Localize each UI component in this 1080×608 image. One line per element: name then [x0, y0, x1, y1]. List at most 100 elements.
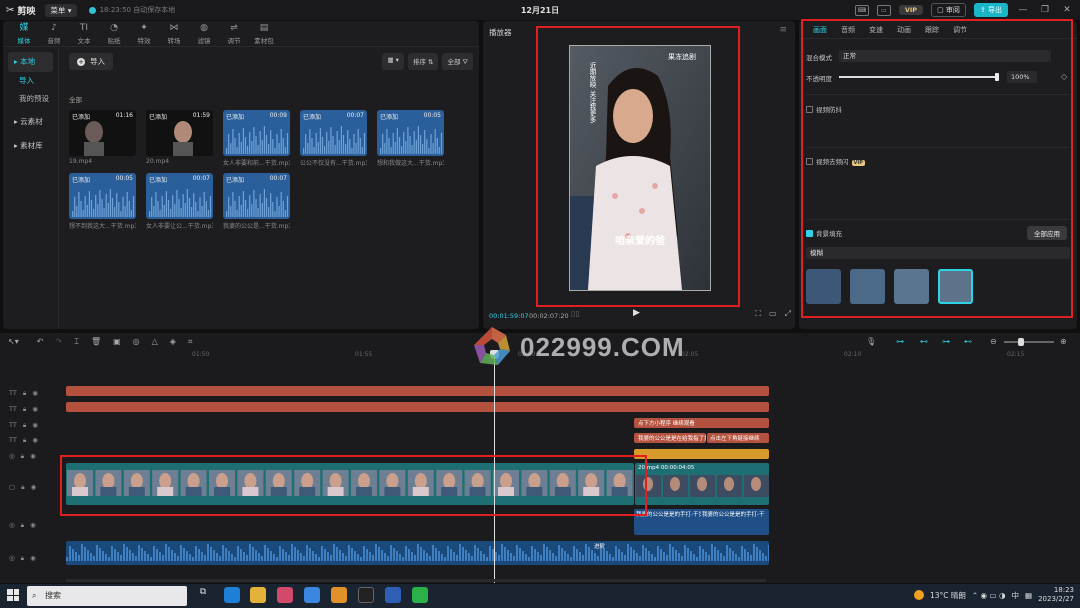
tray-icons[interactable]: ⌃ ◉ ▭ ◑	[972, 591, 1006, 600]
lock-icon[interactable]: 🔒︎	[21, 521, 24, 530]
capcut-taskbar-icon[interactable]	[358, 587, 374, 603]
bg-fill-checkbox[interactable]	[806, 230, 813, 237]
keyframe-icon[interactable]: ◇	[1061, 72, 1067, 81]
lock-icon[interactable]: 🔒︎	[21, 452, 24, 461]
tab-2[interactable]: ♪ 音频	[39, 21, 69, 46]
player-menu-icon[interactable]: ≡	[779, 25, 787, 35]
visibility-icon[interactable]: ◉	[30, 521, 36, 529]
opacity-slider-handle[interactable]	[995, 73, 999, 81]
import-button[interactable]: + 导入	[69, 53, 113, 70]
media-clip[interactable]: 已添加 00:05	[377, 110, 444, 156]
prop-tab-3[interactable]: 变速	[862, 21, 890, 38]
visibility-icon[interactable]: ◉	[32, 405, 38, 413]
taskbar-clock[interactable]: 18:23 2023/2/27	[1038, 586, 1074, 604]
media-clip[interactable]: 已添加 00:07	[300, 110, 367, 156]
word-icon[interactable]	[385, 587, 401, 603]
visibility-icon[interactable]: ◉	[32, 389, 38, 397]
preview-axis-icon[interactable]: ⊷	[964, 337, 972, 346]
tab-1[interactable]: 媒媒体	[9, 21, 39, 46]
crop-tool-icon[interactable]: ⌗	[188, 337, 193, 347]
text-segment[interactable]	[66, 402, 769, 412]
ime-indicator[interactable]: 中	[1012, 590, 1020, 601]
start-icon[interactable]	[7, 589, 19, 601]
delete-icon[interactable]: 🗑	[91, 337, 101, 346]
tab-7[interactable]: ◍ 滤镜	[189, 21, 219, 46]
lock-icon[interactable]: 🔒︎	[23, 405, 26, 414]
video-segment-main[interactable]	[66, 463, 634, 505]
tab-3[interactable]: TI 文本	[69, 21, 99, 46]
stabilize-option[interactable]: 视频防抖	[806, 104, 842, 114]
media-clip[interactable]: 已添加 00:07	[223, 173, 290, 219]
lock-icon[interactable]: 🔒︎	[21, 483, 24, 492]
blend-mode-select[interactable]: 正常	[839, 50, 1051, 62]
lock-icon[interactable]: 🔒︎	[21, 554, 24, 563]
stabilize-checkbox[interactable]	[806, 106, 813, 113]
shortcut-icon[interactable]: ⌨	[854, 4, 869, 16]
video-frame[interactable]: 果冻追剧 近期放映 关注我更多 咱亲爱的爸	[569, 45, 711, 291]
lock-icon[interactable]: 🔒︎	[23, 389, 26, 398]
visibility-icon[interactable]: ◉	[32, 421, 38, 429]
vip-button[interactable]: VIP	[898, 5, 924, 15]
tab-5[interactable]: ✦ 特效	[129, 21, 159, 46]
zoom-out-icon[interactable]: ⊖	[990, 337, 997, 346]
taskbar-search[interactable]: ⌕ 搜索	[27, 586, 187, 606]
bg-fill-option[interactable]: 背景填充	[806, 228, 842, 238]
denoise-checkbox[interactable]	[806, 158, 813, 165]
bg-blur-option-2[interactable]	[850, 269, 885, 304]
ratio-icon[interactable]: ▭	[769, 309, 777, 319]
media-clip[interactable]: 已添加 00:07	[146, 173, 213, 219]
tab-9[interactable]: ▤ 素材包	[249, 21, 279, 46]
review-button[interactable]: ▢ 审阅	[931, 3, 966, 17]
zoom-in-icon[interactable]: ⊕	[1060, 337, 1067, 346]
minimize-icon[interactable]: —	[1016, 5, 1030, 15]
prop-tab-5[interactable]: 跟踪	[918, 21, 946, 38]
denoise-option[interactable]: 视频去频闪 VIP	[806, 156, 865, 166]
sort-button[interactable]: 排序 ⇅	[407, 53, 439, 70]
bg-blur-option-3[interactable]	[894, 269, 929, 304]
lock-icon[interactable]: 🔒︎	[23, 421, 26, 430]
bg-blur-option-1[interactable]	[806, 269, 841, 304]
timeline-scrollbar[interactable]	[66, 579, 766, 582]
sidebar-item-presets[interactable]: 我的预设	[3, 90, 58, 108]
speed-icon[interactable]: ◎	[133, 337, 140, 346]
app-icon-3[interactable]	[277, 587, 293, 603]
prop-tab-1[interactable]: 画面	[806, 21, 834, 38]
task-view-icon[interactable]: ⧉	[195, 587, 211, 603]
redo-icon[interactable]: ↷	[55, 337, 62, 346]
menu-button[interactable]: 菜单 ▾	[45, 3, 77, 17]
undo-icon[interactable]: ↶	[37, 337, 44, 346]
media-clip[interactable]: 已添加 01:59	[146, 110, 213, 156]
filter-button[interactable]: 全部 ⛛	[442, 53, 473, 70]
text-segment[interactable]	[66, 386, 769, 396]
frame-grid-icon[interactable]: ▯▯	[571, 309, 580, 318]
rotate-icon[interactable]: ◈	[170, 337, 176, 346]
sidebar-item-import[interactable]: 导入	[3, 72, 58, 90]
effect-segment[interactable]	[634, 449, 769, 459]
tab-4[interactable]: ◔ 贴纸	[99, 21, 129, 46]
app-tray-icon[interactable]: ▦	[1025, 591, 1032, 600]
app-icon-4[interactable]	[304, 587, 320, 603]
explorer-icon[interactable]	[250, 587, 266, 603]
lock-icon[interactable]: 🔒︎	[23, 436, 26, 445]
mirror-icon[interactable]: △	[152, 337, 158, 346]
opacity-input[interactable]: 100%	[1007, 71, 1037, 83]
app-icon-5[interactable]	[331, 587, 347, 603]
export-button[interactable]: ⇪ 导出	[973, 3, 1008, 17]
link-main-icon[interactable]: ⊶	[896, 337, 904, 346]
media-clip[interactable]: 已添加 00:05	[69, 173, 136, 219]
sidebar-item-cloud[interactable]: ▸ 云素材	[8, 112, 53, 132]
zoom-slider[interactable]	[1004, 338, 1054, 346]
freeze-icon[interactable]: ▣	[113, 337, 121, 346]
opacity-slider[interactable]	[839, 73, 999, 81]
bg-blur-option-4[interactable]	[938, 269, 973, 304]
microphone-icon[interactable]: 🎙	[866, 337, 876, 346]
prop-tab-6[interactable]: 调节	[946, 21, 974, 38]
playhead[interactable]	[494, 350, 495, 583]
layout-icon[interactable]: ▭	[876, 4, 891, 16]
zoom-slider-handle[interactable]	[1018, 338, 1024, 346]
close-icon[interactable]: ✕	[1060, 5, 1074, 15]
crop-icon[interactable]: ⛶	[755, 309, 761, 319]
prop-tab-4[interactable]: 动画	[890, 21, 918, 38]
tab-6[interactable]: ⋈ 转场	[159, 21, 189, 46]
sidebar-item-library[interactable]: ▸ 素材库	[8, 136, 53, 156]
